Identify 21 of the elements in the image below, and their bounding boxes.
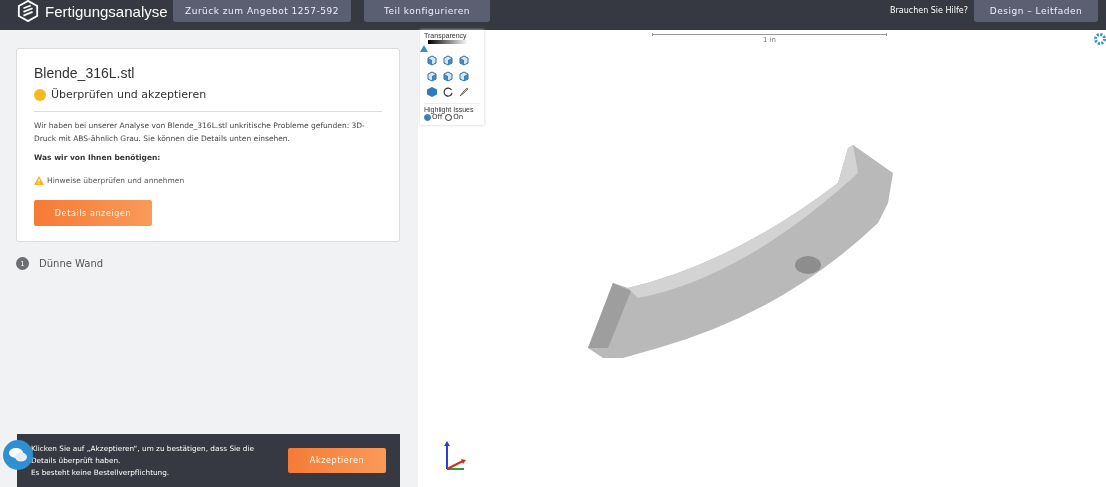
status-dot — [34, 88, 46, 101]
view-cube-icon[interactable] — [426, 70, 438, 82]
view-cube-icon[interactable] — [442, 54, 454, 66]
app-title: Fertigungsanalyse — [45, 2, 168, 20]
view-cube-icon[interactable] — [458, 54, 470, 66]
chat-icon[interactable] — [3, 440, 33, 470]
status-text: Überprüfen und akzeptieren — [51, 88, 207, 101]
view-cube-icon[interactable] — [426, 54, 438, 66]
help-link[interactable]: Brauchen Sie Hilfe? — [890, 6, 968, 15]
guide-button[interactable]: Design – Leitfaden — [974, 0, 1098, 22]
nav-button[interactable]: Zurück zum Angebot 1257-592 — [173, 0, 351, 22]
issue-item[interactable]: Dünne Wand — [39, 258, 104, 269]
rotate-icon[interactable] — [442, 86, 454, 98]
view-cube-icon[interactable] — [442, 70, 454, 82]
solid-hexagon-icon[interactable] — [426, 86, 438, 98]
warning-icon — [34, 176, 44, 185]
brush-icon[interactable] — [458, 86, 470, 98]
logo-icon — [17, 0, 39, 22]
nav-button[interactable]: Teil konfigurieren — [364, 0, 490, 22]
view-cube-icon[interactable] — [458, 70, 470, 82]
file-name: Blende_316L.stl — [34, 65, 136, 81]
